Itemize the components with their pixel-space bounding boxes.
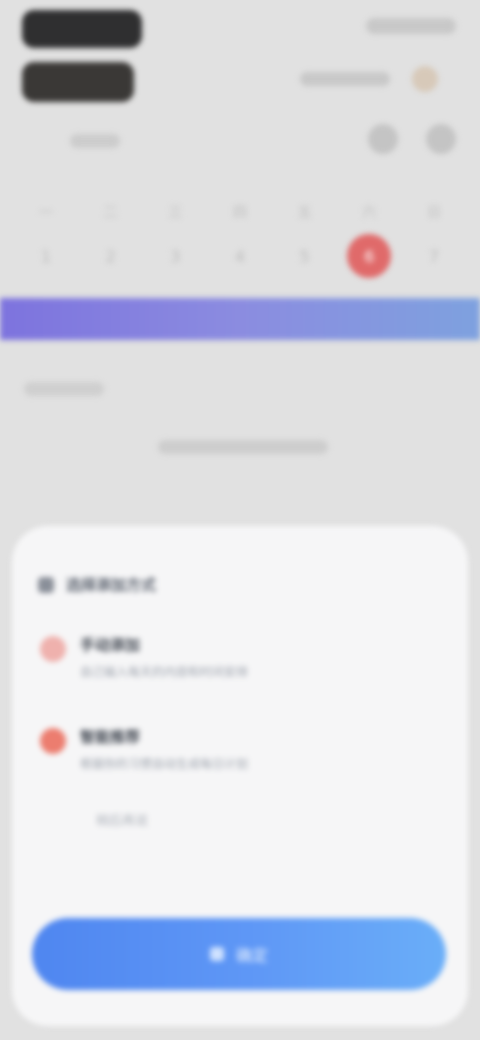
weekday-label: 日 [426,205,441,221]
calendar-day-selected[interactable]: 六 6 [345,194,393,284]
status-bar-block [22,10,142,48]
app-screen: 一 1 二 2 三 3 四 4 五 5 六 6 日 7 选择添加方式 手动添加 … [0,0,480,1040]
weekday-label: 三 [168,205,183,221]
option-texts: 智能推荐 根据你的习惯自动生成每日计划 [80,726,248,772]
sheet-header: 选择添加方式 [38,574,156,595]
add-method-sheet: 选择添加方式 手动添加 自己输入每天的内容和时间安排 智能推荐 根据你的习惯自动… [12,526,468,1026]
date-number: 4 [234,246,246,266]
status-icons [366,18,456,34]
date-number: 6 [347,234,392,278]
option-manual[interactable]: 手动添加 自己输入每天的内容和时间安排 [40,634,440,680]
sub-header-label [70,134,120,148]
option-texts: 手动添加 自己输入每天的内容和时间安排 [80,634,248,680]
calendar-day[interactable]: 日 7 [410,194,458,284]
header-text [300,72,390,86]
list-icon [38,576,54,593]
confirm-button[interactable]: 确定 [32,918,446,990]
option-title: 智能推荐 [80,728,141,746]
promo-banner[interactable] [0,298,480,340]
date-number: 5 [299,246,310,266]
weekday-label: 二 [103,205,118,221]
option-description: 根据你的习惯自动生成每日计划 [80,757,249,771]
confirm-button-label: 确定 [235,948,268,965]
profile-icon[interactable] [412,66,438,92]
date-number: 3 [170,246,181,266]
settings-icon[interactable] [426,124,456,154]
search-icon[interactable] [368,124,398,154]
edit-icon [40,636,66,662]
date-number: 1 [40,246,52,266]
option-smart[interactable]: 智能推荐 根据你的习惯自动生成每日计划 [40,726,440,772]
date-number: 2 [105,246,116,266]
sparkle-icon [40,728,66,754]
check-icon [209,947,224,961]
section-label [24,382,104,396]
weekday-label: 一 [39,205,53,221]
calendar-day[interactable]: 四 4 [216,194,264,284]
option-title: 手动添加 [80,636,141,654]
weekday-label: 六 [362,205,377,221]
calendar-day[interactable]: 三 3 [151,194,199,284]
calendar-day[interactable]: 二 2 [87,194,135,284]
weekday-label: 四 [232,205,247,221]
option-description: 自己输入每天的内容和时间安排 [80,665,249,679]
sheet-title: 选择添加方式 [66,576,157,594]
skip-option[interactable]: 稍后再说 [96,810,148,829]
calendar-day[interactable]: 一 1 [22,194,70,284]
calendar-day[interactable]: 五 5 [281,194,329,284]
page-title-block [22,62,134,102]
empty-state-text [158,440,328,454]
week-calendar: 一 1 二 2 三 3 四 4 五 5 六 6 日 7 [22,194,458,284]
weekday-label: 五 [297,205,312,221]
date-number: 7 [428,246,440,266]
